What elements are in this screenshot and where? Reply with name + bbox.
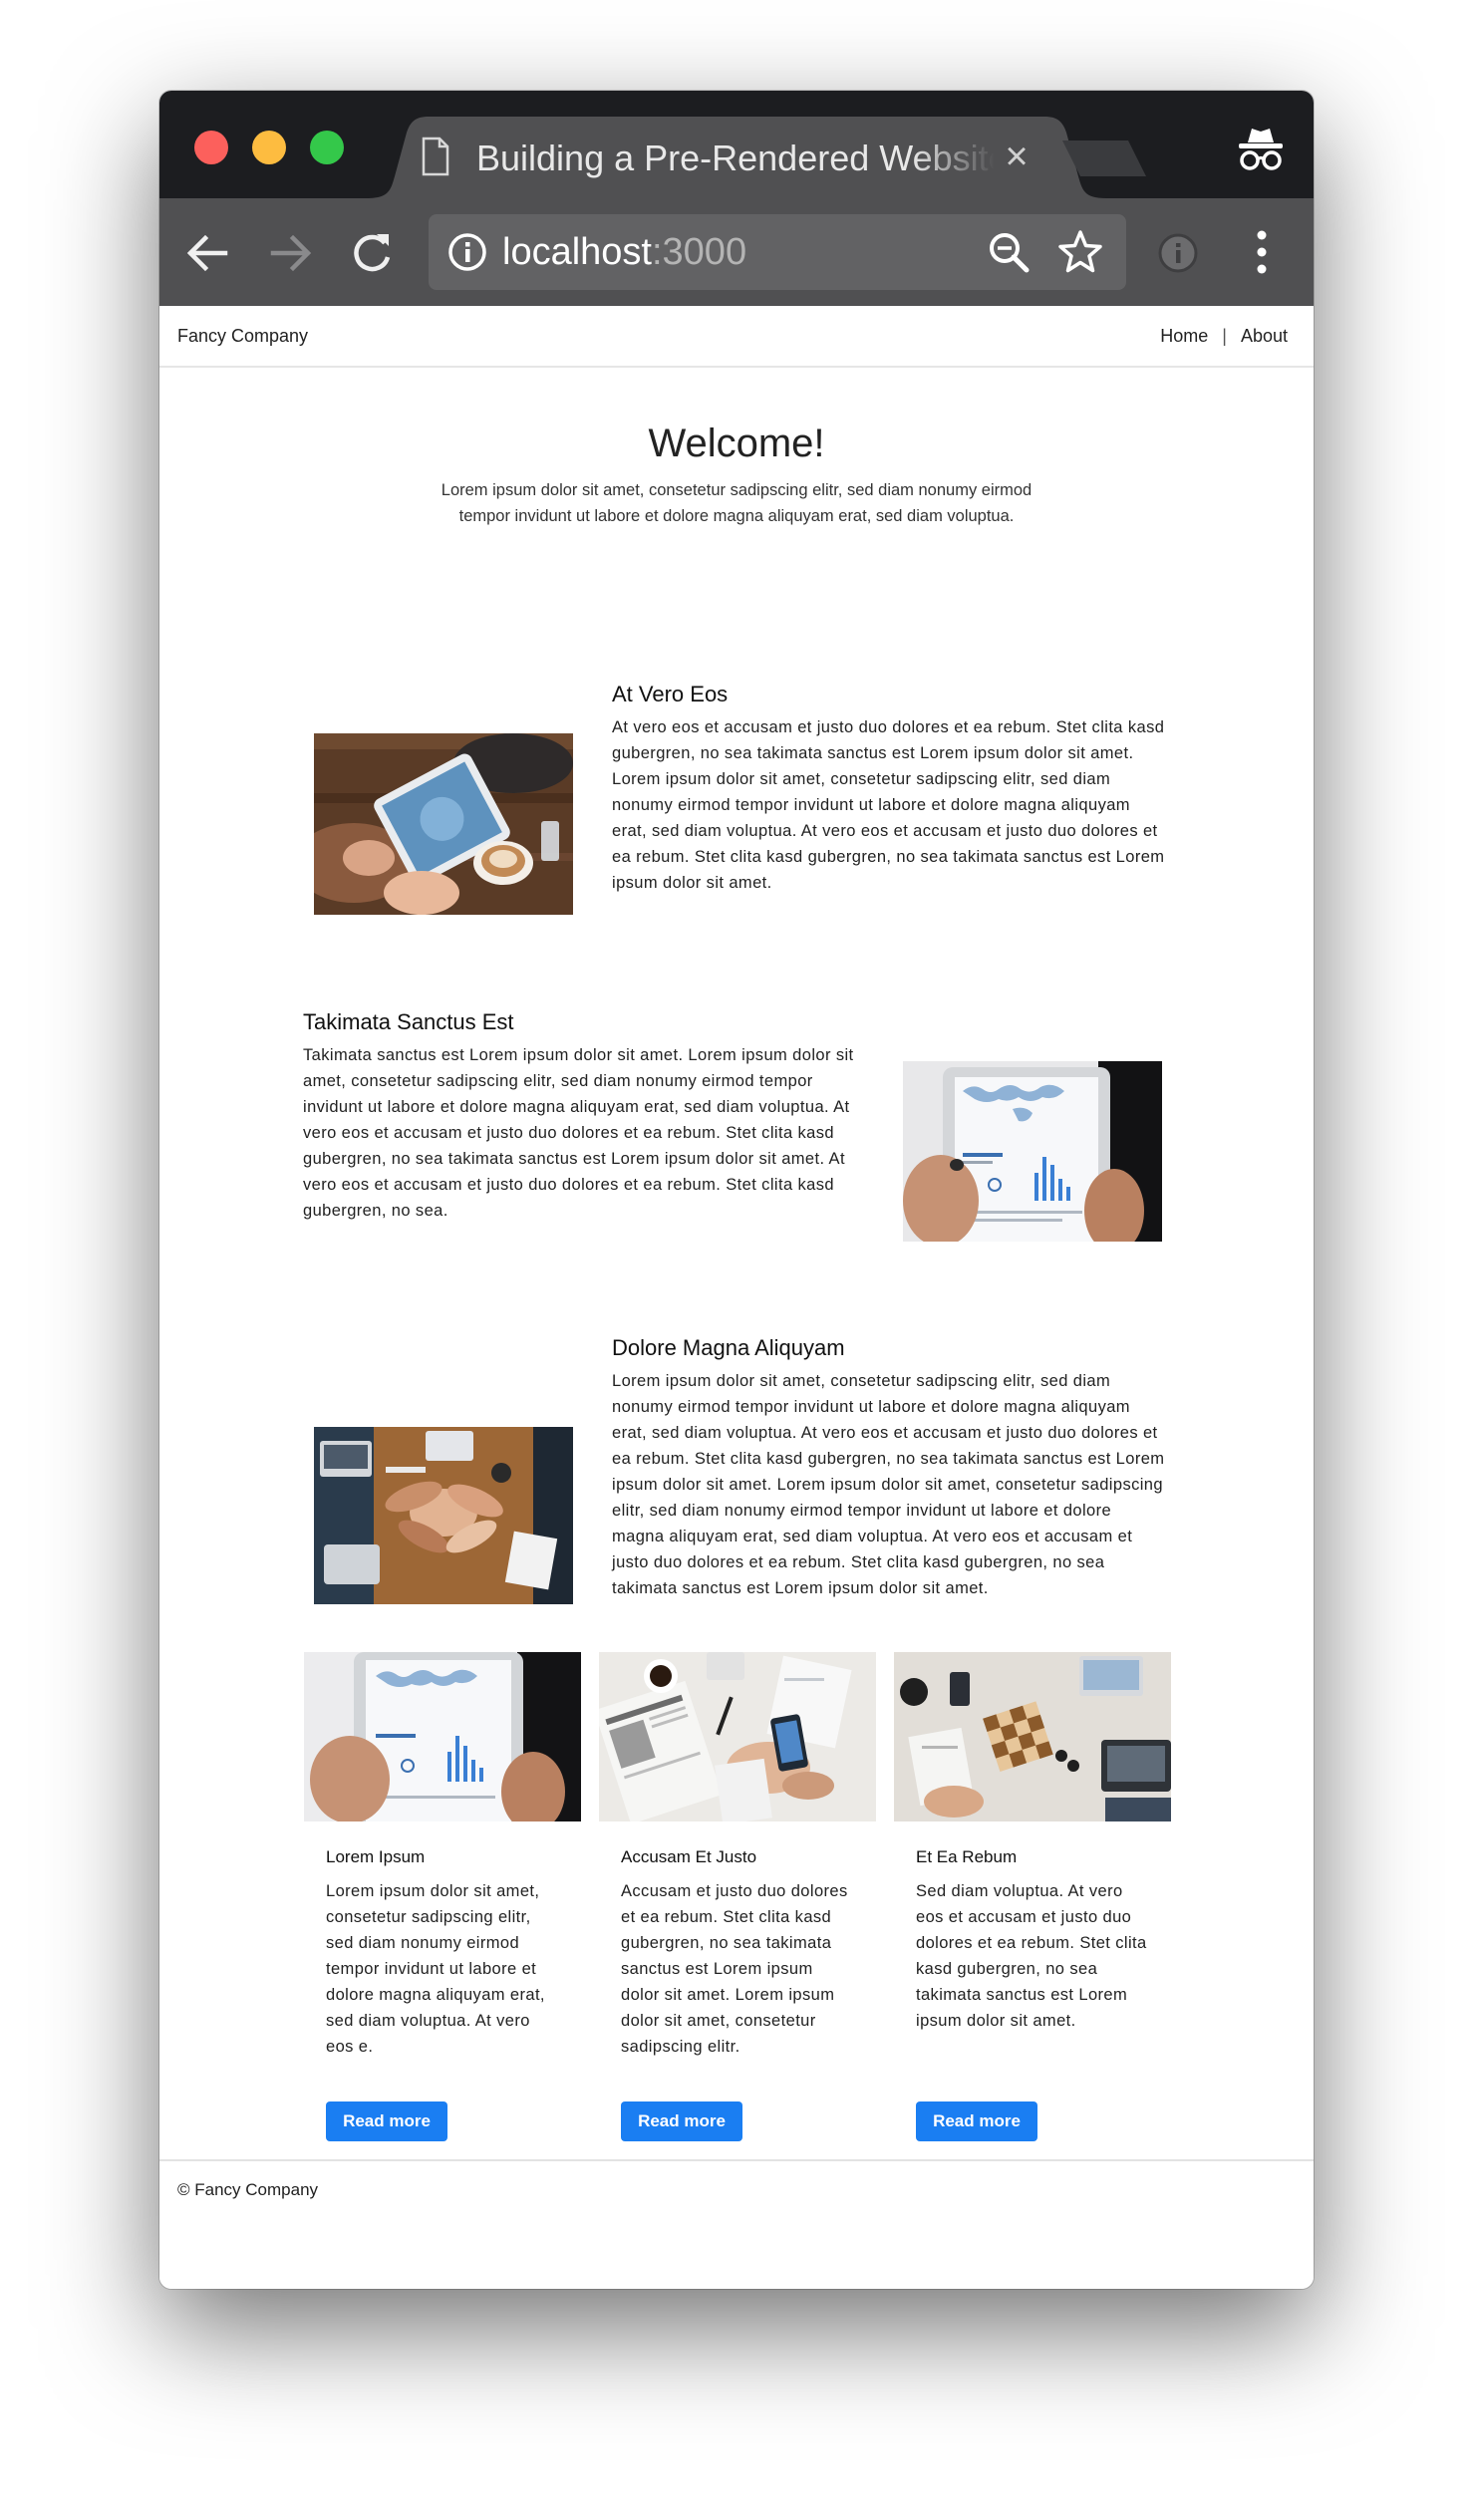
extension-icon[interactable]: [1156, 231, 1200, 275]
card: Et Ea Rebum Sed diam voluptua. At vero e…: [894, 1652, 1171, 2170]
url-host: localhost: [502, 231, 652, 273]
star-icon[interactable]: [1056, 228, 1104, 276]
window-close-button[interactable]: [194, 131, 228, 164]
card-image-tablet-chart: [304, 1652, 581, 1821]
feature-image-tablet-chart: [903, 1061, 1162, 1242]
feature-text: At vero eos et accusam et justo duo dolo…: [612, 718, 1165, 892]
page-viewport: Fancy Company Home | About Welcome! Lorem …: [159, 306, 1314, 2289]
info-icon[interactable]: [446, 231, 488, 273]
nav-separator: |: [1222, 326, 1227, 346]
zoom-out-icon[interactable]: [987, 230, 1031, 274]
feature-image-tablet-coffee: [314, 733, 573, 915]
card-image-desk-phone: [599, 1652, 876, 1821]
back-arrow-icon[interactable]: [181, 226, 235, 280]
card: Lorem Ipsum Lorem ipsum dolor sit amet, …: [304, 1652, 581, 2170]
card-title: Accusam Et Justo: [621, 1847, 757, 1866]
window-maximize-button[interactable]: [310, 131, 344, 164]
intro-text: Lorem ipsum dolor sit amet, consetetur s…: [441, 481, 1032, 525]
reload-icon[interactable]: [345, 226, 399, 280]
feature-image-team-hands: [314, 1427, 573, 1604]
page-title: Welcome!: [648, 421, 825, 465]
nav-home-link[interactable]: Home: [1160, 326, 1208, 346]
site-navbar: Fancy Company Home | About: [159, 306, 1314, 368]
read-more-button[interactable]: Read more: [621, 2101, 742, 2141]
feature-text: Lorem ipsum dolor sit amet, consetetur s…: [612, 1372, 1165, 1597]
feature-title: Dolore Magna Aliquyam: [612, 1335, 845, 1360]
browser-toolbar: localhost:3000: [159, 198, 1314, 306]
url-port: :3000: [651, 231, 747, 273]
card-image-desk-chess: [894, 1652, 1171, 1821]
url-text[interactable]: localhost:3000: [502, 228, 746, 276]
card-text: Accusam et justo duo dolores et ea rebum…: [621, 1882, 848, 2056]
kebab-menu-icon[interactable]: [1256, 228, 1268, 276]
card-title: Lorem Ipsum: [326, 1847, 426, 1866]
new-tab-button[interactable]: [1062, 139, 1148, 178]
footer-copyright: © Fancy Company: [177, 2180, 319, 2199]
title-bar: Building a Pre-Rendered Website ×: [159, 91, 1314, 198]
card-text: Sed diam voluptua. At vero eos et accusa…: [916, 1882, 1147, 2030]
tab-close-icon[interactable]: ×: [995, 135, 1038, 178]
read-more-button[interactable]: Read more: [326, 2101, 447, 2141]
browser-window: Building a Pre-Rendered Website × localh…: [159, 91, 1314, 2289]
feature-title: At Vero Eos: [612, 682, 729, 706]
card: Accusam Et Justo Accusam et justo duo do…: [599, 1652, 876, 2170]
card-title: Et Ea Rebum: [916, 1847, 1018, 1866]
feature-text: Takimata sanctus est Lorem ipsum dolor s…: [303, 1046, 854, 1220]
window-minimize-button[interactable]: [252, 131, 286, 164]
feature-title: Takimata Sanctus Est: [303, 1009, 514, 1034]
read-more-button[interactable]: Read more: [916, 2101, 1037, 2141]
forward-arrow-icon[interactable]: [263, 226, 317, 280]
site-footer: © Fancy Company: [159, 2159, 1314, 2289]
card-text: Lorem ipsum dolor sit amet, consetetur s…: [326, 1882, 545, 2056]
brand-link[interactable]: Fancy Company: [177, 321, 308, 351]
nav-about-link[interactable]: About: [1241, 326, 1288, 346]
incognito-icon: [1239, 129, 1283, 170]
address-bar[interactable]: localhost:3000: [429, 214, 1126, 290]
document-icon: [422, 137, 449, 176]
nav-links: Home | About: [1160, 321, 1288, 351]
tab-title: Building a Pre-Rendered Website: [476, 138, 995, 178]
